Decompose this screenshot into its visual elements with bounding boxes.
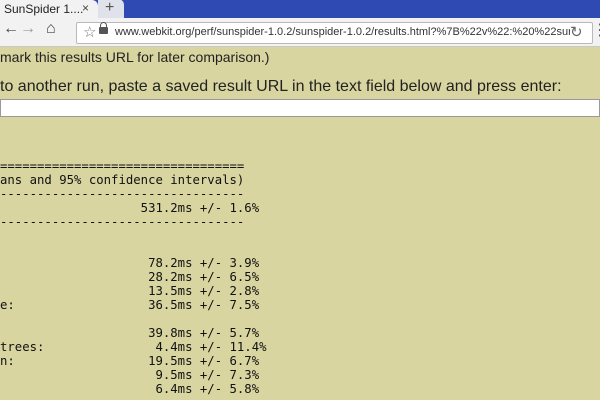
- results-line: 78.2ms +/- 3.9%: [0, 256, 260, 271]
- lock-icon: [99, 22, 108, 34]
- results-line: 6.4ms +/- 5.8%: [0, 381, 260, 396]
- forward-icon[interactable]: →: [20, 20, 36, 38]
- results-line: 28.2ms +/- 6.5%: [0, 270, 260, 285]
- results-line: 13.5ms +/- 2.8%: [0, 284, 260, 299]
- result-url-field[interactable]: [0, 99, 600, 117]
- browser-toolbar: ← → ⌂ ☆ www.webkit.org/perf/sunspider-1.…: [0, 18, 600, 47]
- compare-instructions: to another run, paste a saved result URL…: [0, 78, 562, 95]
- tab-title: SunSpider 1....: [4, 2, 84, 16]
- reload-icon[interactable]: ↻: [570, 23, 583, 41]
- home-icon[interactable]: ⌂: [46, 20, 56, 38]
- results-line: 9.5ms +/- 7.3%: [0, 367, 260, 382]
- address-bar[interactable]: ☆ www.webkit.org/perf/sunspider-1.0.2/su…: [76, 22, 593, 44]
- results-line: trees: 4.4ms +/- 11.4%: [0, 339, 267, 354]
- url-text[interactable]: www.webkit.org/perf/sunspider-1.0.2/suns…: [115, 26, 570, 38]
- tab-strip: SunSpider 1.... × +: [0, 0, 600, 18]
- results-line: ans and 95% confidence intervals): [0, 172, 245, 187]
- results-line: 39.8ms +/- 5.7%: [0, 325, 260, 340]
- results-text: ================================= ans an…: [0, 159, 267, 396]
- plus-icon: +: [105, 0, 115, 16]
- menu-icon[interactable]: ⋮: [592, 20, 600, 40]
- results-line: ---------------------------------: [0, 186, 245, 201]
- star-icon[interactable]: ☆: [83, 23, 96, 41]
- tab-sunspider[interactable]: SunSpider 1.... ×: [0, 0, 98, 18]
- new-tab-button[interactable]: +: [98, 0, 124, 18]
- bookmark-instructions: mark this results URL for later comparis…: [0, 49, 270, 65]
- results-line: 531.2ms +/- 1.6%: [0, 200, 260, 215]
- results-line: e: 36.5ms +/- 7.5%: [0, 298, 260, 313]
- close-icon[interactable]: ×: [82, 1, 89, 15]
- results-line: ---------------------------------: [0, 214, 245, 229]
- back-icon[interactable]: ←: [3, 20, 19, 38]
- results-line: n: 19.5ms +/- 6.7%: [0, 353, 260, 368]
- results-line: =================================: [0, 159, 245, 173]
